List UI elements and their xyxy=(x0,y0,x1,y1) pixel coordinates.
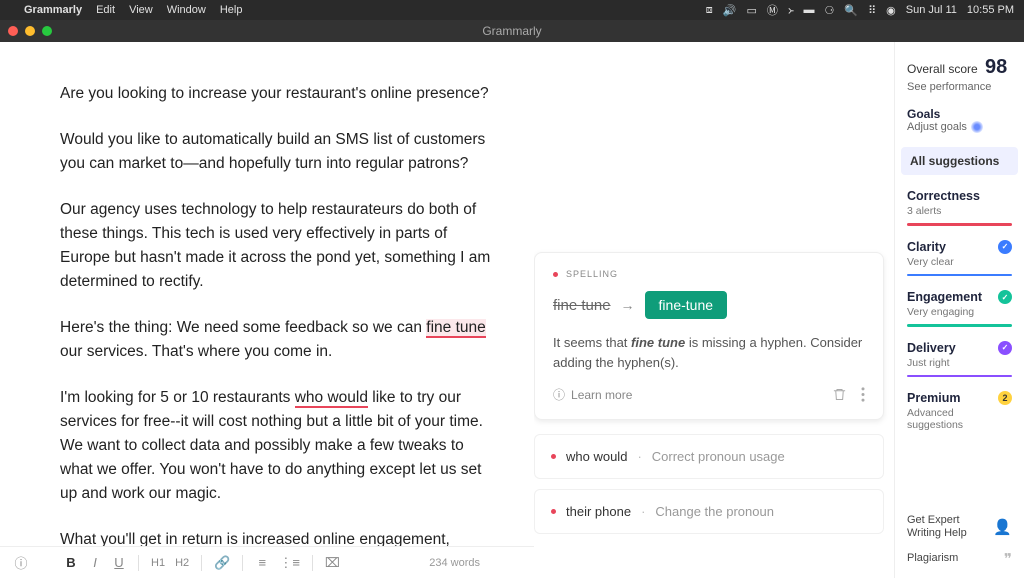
formatting-toolbar: ⓘ B I U H1 H2 🔗 ≡ ⋮≡ ⌧ 234 words xyxy=(0,546,534,578)
paragraph[interactable]: Are you looking to increase your restaur… xyxy=(60,82,500,106)
premium-count-badge: 2 xyxy=(998,391,1012,405)
grammar-error[interactable]: who would xyxy=(295,389,368,408)
menubar-window[interactable]: Window xyxy=(167,4,206,16)
menubar-app-name[interactable]: Grammarly xyxy=(24,4,82,16)
apply-suggestion-button[interactable]: fine-tune xyxy=(645,291,727,319)
close-window-button[interactable] xyxy=(8,26,18,36)
check-icon: ✓ xyxy=(998,341,1012,355)
italic-button[interactable]: I xyxy=(88,555,102,570)
editor-pane[interactable]: Are you looking to increase your restaur… xyxy=(0,42,534,578)
h2-button[interactable]: H2 xyxy=(175,557,189,569)
battery-icon[interactable]: ▬ xyxy=(803,4,814,16)
engagement-metric[interactable]: Engagement✓ Very engaging xyxy=(907,290,1012,327)
dismiss-suggestion-button[interactable] xyxy=(832,387,847,402)
alert-dot-icon xyxy=(551,509,556,514)
underline-button[interactable]: U xyxy=(112,555,126,570)
bluetooth-icon[interactable]: ᚛ xyxy=(788,4,794,17)
spelling-error[interactable]: fine tune xyxy=(426,319,485,338)
minimize-window-button[interactable] xyxy=(25,26,35,36)
bold-button[interactable]: B xyxy=(64,555,78,570)
siri-icon[interactable]: ◉ xyxy=(886,4,896,17)
dropbox-icon[interactable]: ⧈ xyxy=(706,4,713,17)
alert-dot-icon xyxy=(551,454,556,459)
menubar-edit[interactable]: Edit xyxy=(96,4,115,16)
search-icon[interactable]: 🔍 xyxy=(844,4,858,17)
numbered-list-button[interactable]: ≡ xyxy=(255,555,269,570)
suggestion-card[interactable]: SPELLING fine tune → fine-tune It seems … xyxy=(534,252,884,420)
all-suggestions-tab[interactable]: All suggestions xyxy=(901,147,1018,175)
delivery-metric[interactable]: Delivery✓ Just right xyxy=(907,341,1012,378)
original-text: fine tune xyxy=(553,297,611,314)
expert-help-link[interactable]: Get Expert Writing Help 👤 xyxy=(907,514,1012,540)
link-button[interactable]: 🔗 xyxy=(214,555,230,571)
wifi-icon[interactable]: ⚆ xyxy=(824,4,834,17)
suggestions-pane: SPELLING fine tune → fine-tune It seems … xyxy=(534,42,894,578)
menubar-help[interactable]: Help xyxy=(220,4,243,16)
mac-menubar: Grammarly Edit View Window Help ⧈ 🔊 ▭ Ⓜ … xyxy=(0,0,1024,20)
learn-more-link[interactable]: ⓘ Learn more xyxy=(553,386,632,403)
maximize-window-button[interactable] xyxy=(42,26,52,36)
paragraph[interactable]: Would you like to automatically build an… xyxy=(60,128,500,176)
control-center-icon[interactable]: ⠿ xyxy=(868,4,876,17)
help-icon[interactable]: ⓘ xyxy=(14,553,28,572)
clear-formatting-button[interactable]: ⌧ xyxy=(325,555,340,571)
overall-score[interactable]: Overall score 98 See performance xyxy=(907,56,1012,93)
volume-icon[interactable]: 🔊 xyxy=(723,4,737,17)
bullet-list-button[interactable]: ⋮≡ xyxy=(279,555,300,571)
paragraph[interactable]: I'm looking for 5 or 10 restaurants who … xyxy=(60,386,500,506)
collapsed-suggestion[interactable]: who would · Correct pronoun usage xyxy=(534,434,884,479)
right-sidebar: Overall score 98 See performance Goals A… xyxy=(894,42,1024,578)
word-count[interactable]: 234 words xyxy=(429,557,480,569)
suggestion-description: It seems that fine tune is missing a hyp… xyxy=(553,333,865,372)
more-options-button[interactable] xyxy=(861,387,865,402)
h1-button[interactable]: H1 xyxy=(151,557,165,569)
clarity-metric[interactable]: Clarity✓ Very clear xyxy=(907,240,1012,277)
window-title: Grammarly xyxy=(482,24,541,38)
premium-metric[interactable]: Premium2 Advanced suggestions xyxy=(907,391,1012,431)
paragraph[interactable]: Our agency uses technology to help resta… xyxy=(60,198,500,294)
check-icon: ✓ xyxy=(998,290,1012,304)
paragraph[interactable]: Here's the thing: We need some feedback … xyxy=(60,316,500,364)
collapsed-suggestion[interactable]: their phone · Change the pronoun xyxy=(534,489,884,534)
suggestion-category: SPELLING xyxy=(553,269,865,279)
display-icon[interactable]: ▭ xyxy=(746,4,756,17)
check-icon: ✓ xyxy=(998,240,1012,254)
arrow-icon: → xyxy=(621,297,635,313)
menubar-view[interactable]: View xyxy=(129,4,153,16)
plagiarism-link[interactable]: Plagiarism ❞ xyxy=(907,550,1012,568)
menubar-date[interactable]: Sun Jul 11 xyxy=(906,4,957,16)
menubar-time[interactable]: 10:55 PM xyxy=(967,4,1014,16)
malware-icon[interactable]: Ⓜ xyxy=(767,2,778,18)
goals-section[interactable]: Goals Adjust goals xyxy=(907,107,1012,133)
window-titlebar: Grammarly xyxy=(0,20,1024,42)
info-icon: ⓘ xyxy=(553,386,565,403)
pulse-indicator-icon xyxy=(971,121,983,133)
correctness-metric[interactable]: Correctness 3 alerts xyxy=(907,189,1012,226)
person-icon: 👤 xyxy=(993,518,1012,536)
quote-icon: ❞ xyxy=(1004,550,1012,568)
